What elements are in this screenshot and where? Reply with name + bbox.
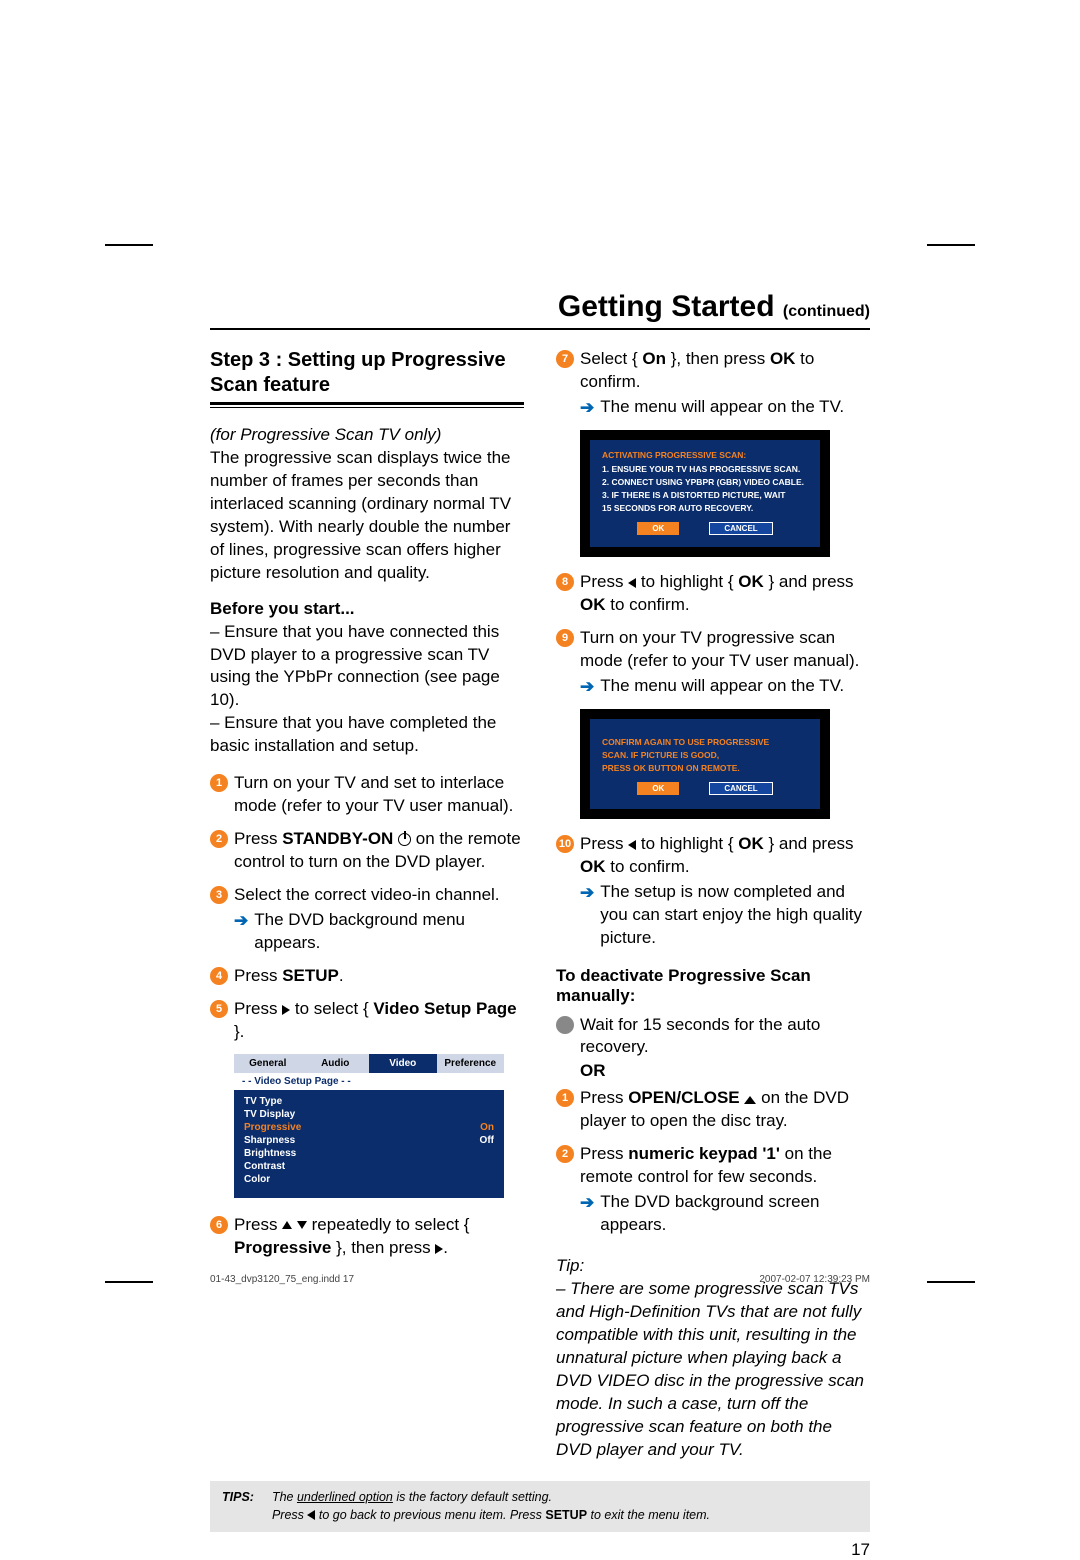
right-column: 7 Select { On }, then press OK to confir… — [556, 348, 870, 1461]
step-marker-9: 9 — [556, 629, 574, 647]
crop-mark — [927, 1281, 975, 1283]
crop-mark — [105, 1281, 153, 1283]
title-text: Getting Started — [558, 290, 775, 323]
page-title: Getting Started (continued) — [210, 290, 870, 324]
eject-icon — [744, 1096, 756, 1104]
arrow-right-icon: ➔ — [580, 676, 594, 699]
title-continued: (continued) — [783, 303, 870, 320]
arrow-right-icon: ➔ — [580, 882, 594, 950]
or-label: OR — [580, 1061, 870, 1081]
header-rule — [210, 328, 870, 330]
step-4: 4 Press SETUP. — [210, 965, 524, 988]
footer-left: 01-43_dvp3120_75_eng.indd 17 — [210, 1274, 354, 1285]
step-marker-6: 6 — [210, 1216, 228, 1234]
step-5: 5 Press to select { Video Setup Page }. — [210, 998, 524, 1044]
confirm-dialog: CONFIRM AGAIN TO USE PROGRESSIVE SCAN. I… — [580, 709, 830, 819]
deactivate-step-2-sub: ➔ The DVD background screen appears. — [580, 1191, 870, 1237]
down-arrow-icon — [297, 1221, 307, 1229]
step-9: 9 Turn on your TV progressive scan mode … — [556, 627, 870, 673]
step-marker-2: 2 — [210, 830, 228, 848]
step-marker-8: 8 — [556, 573, 574, 591]
left-column: Step 3 : Setting up Progressive Scan fea… — [210, 348, 524, 1461]
step-3-sub: ➔ The DVD background menu appears. — [234, 909, 524, 955]
menu-tab-video: Video — [369, 1054, 437, 1073]
arrow-right-icon: ➔ — [234, 910, 248, 955]
step-10-sub: ➔ The setup is now completed and you can… — [580, 881, 870, 950]
note-italic: (for Progressive Scan TV only) — [210, 425, 441, 444]
bullet-marker — [556, 1016, 574, 1034]
arrow-right-icon: ➔ — [580, 397, 594, 420]
left-arrow-icon — [628, 840, 636, 850]
step-2: 2 Press STANDBY-ON on the remote control… — [210, 828, 524, 874]
print-footer: 01-43_dvp3120_75_eng.indd 17 2007-02-07 … — [210, 1274, 870, 1285]
step-7: 7 Select { On }, then press OK to confir… — [556, 348, 870, 394]
menu-tabs: General Audio Video Preference — [234, 1054, 504, 1073]
intro-text: The progressive scan displays twice the … — [210, 448, 511, 582]
before-body: – Ensure that you have connected this DV… — [210, 621, 524, 759]
activating-dialog: ACTIVATING PROGRESSIVE SCAN: 1. ENSURE Y… — [580, 430, 830, 557]
deactivate-head: To deactivate Progressive Scan manually: — [556, 966, 870, 1006]
step-marker-d1: 1 — [556, 1089, 574, 1107]
menu-tab-general: General — [234, 1054, 302, 1073]
menu-tab-audio: Audio — [302, 1054, 370, 1073]
step-9-sub: ➔ The menu will appear on the TV. — [580, 675, 870, 699]
power-icon — [398, 833, 411, 846]
left-arrow-icon — [628, 578, 636, 588]
crop-mark — [105, 244, 153, 246]
step-marker-1: 1 — [210, 774, 228, 792]
menu-tab-preference: Preference — [437, 1054, 505, 1073]
before-head: Before you start... — [210, 599, 524, 619]
menu-strip: - - Video Setup Page - - — [234, 1073, 504, 1090]
footer-right: 2007-02-07 12:39:23 PM — [759, 1274, 870, 1285]
tip-body: – There are some progressive scan TVs an… — [556, 1278, 870, 1462]
step-heading: Step 3 : Setting up Progressive Scan fea… — [210, 348, 524, 398]
step-marker-5: 5 — [210, 1000, 228, 1018]
crop-mark — [927, 244, 975, 246]
dialog-cancel-button: CANCEL — [709, 522, 772, 535]
menu-body: TV Type TV Display ProgressiveOn Sharpne… — [234, 1090, 504, 1198]
step-marker-7: 7 — [556, 350, 574, 368]
step-marker-4: 4 — [210, 967, 228, 985]
deactivate-step-2: 2 Press numeric keypad '1' on the remote… — [556, 1143, 870, 1189]
dialog-cancel-button: CANCEL — [709, 782, 772, 795]
step-marker-10: 10 — [556, 835, 574, 853]
page-content: Getting Started (continued) Step 3 : Set… — [210, 290, 870, 1560]
tips-footer-box: TIPS: The underlined option is the facto… — [210, 1481, 870, 1532]
step-7-sub: ➔ The menu will appear on the TV. — [580, 396, 870, 420]
deactivate-bullet: Wait for 15 seconds for the auto recover… — [556, 1014, 870, 1060]
right-arrow-icon — [282, 1005, 290, 1015]
tips-body: The underlined option is the factory def… — [272, 1489, 710, 1524]
arrow-right-icon: ➔ — [580, 1192, 594, 1237]
step-marker-3: 3 — [210, 886, 228, 904]
video-setup-menu: General Audio Video Preference - - Video… — [234, 1054, 504, 1198]
dialog-ok-button: OK — [637, 522, 679, 535]
dialog-ok-button: OK — [637, 782, 679, 795]
deactivate-step-1: 1 Press OPEN/CLOSE on the DVD player to … — [556, 1087, 870, 1133]
step-1: 1 Turn on your TV and set to interlace m… — [210, 772, 524, 818]
step-8: 8 Press to highlight { OK } and press OK… — [556, 571, 870, 617]
up-arrow-icon — [282, 1221, 292, 1229]
step-10: 10 Press to highlight { OK } and press O… — [556, 833, 870, 879]
tip-block: Tip: – There are some progressive scan T… — [556, 1255, 870, 1461]
step-6: 6 Press repeatedly to select { Progressi… — [210, 1214, 524, 1260]
tips-label: TIPS: — [222, 1489, 254, 1524]
step-marker-d2: 2 — [556, 1145, 574, 1163]
page-number: 17 — [210, 1540, 870, 1560]
right-arrow-icon — [435, 1244, 443, 1254]
intro-paragraph: (for Progressive Scan TV only) The progr… — [210, 424, 524, 585]
step-3: 3 Select the correct video-in channel. — [210, 884, 524, 907]
